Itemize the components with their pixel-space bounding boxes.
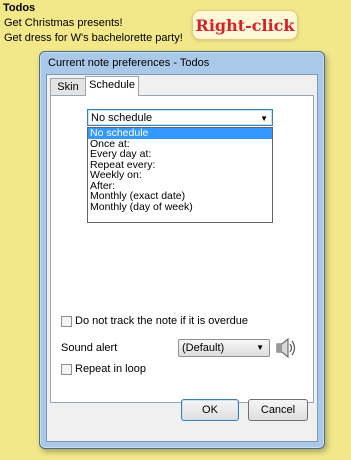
schedule-select[interactable]: No schedule ▼ [87,109,273,126]
overdue-checkbox[interactable] [61,316,72,327]
right-click-callout: Right-click [192,10,298,40]
schedule-option[interactable]: Monthly (day of week) [88,201,272,213]
chevron-down-icon: ▼ [256,343,264,352]
schedule-option[interactable]: Every day at: [88,149,272,160]
ok-button[interactable]: OK [181,399,239,421]
tab-skin[interactable]: Skin [50,78,86,95]
schedule-option[interactable]: Monthly (exact date) [88,191,272,202]
schedule-dropdown-list: No schedule Once at: Every day at: Repea… [87,127,273,223]
repeat-loop-label: Repeat in loop [75,363,146,375]
preferences-dialog: Current note preferences - Todos Skin Sc… [39,51,325,449]
note-title: Todos [3,2,36,14]
chevron-down-icon: ▼ [260,114,268,123]
sound-select[interactable]: (Default) ▼ [178,339,270,357]
tab-schedule[interactable]: Schedule [85,76,139,96]
dialog-title: Current note preferences - Todos [48,57,210,69]
schedule-option[interactable]: No schedule [88,128,272,139]
overdue-label: Do not track the note if it is overdue [75,315,249,327]
schedule-select-value: No schedule [91,112,153,124]
note-line: Get Christmas presents! [4,17,123,29]
schedule-option[interactable]: Weekly on: [88,170,272,181]
cancel-button[interactable]: Cancel [248,399,308,421]
note-line: Get dress for W's bachelorette party! [4,32,183,44]
sound-alert-label: Sound alert [61,342,118,354]
repeat-loop-checkbox[interactable] [61,364,72,375]
sound-select-value: (Default) [182,342,225,354]
speaker-icon[interactable] [275,336,297,360]
